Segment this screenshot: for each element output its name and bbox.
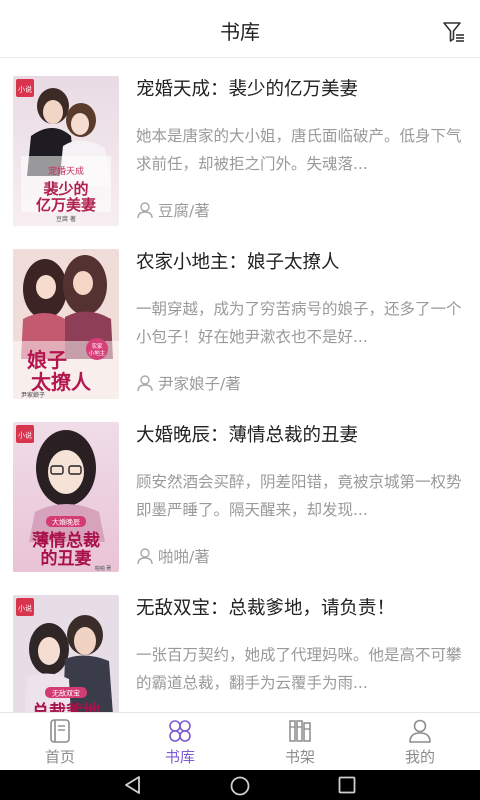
book-title[interactable]: 大婚晚辰：薄情总裁的丑妻 <box>136 421 358 447</box>
recents-icon[interactable] <box>337 775 357 795</box>
book-author: 啪啪/著 <box>136 545 210 567</box>
filter-icon <box>443 22 464 42</box>
svg-text:薄情总裁: 薄情总裁 <box>32 530 100 551</box>
person-icon <box>137 548 153 565</box>
person-icon <box>137 202 153 219</box>
author-suffix: /著 <box>189 548 210 566</box>
svg-text:的丑妻: 的丑妻 <box>41 548 92 569</box>
book-item[interactable]: 无敌双宝 总裁爹地 小说 无敌双宝：总裁爹地，请负责！ 一张百万契约，她成了代理… <box>0 578 480 712</box>
system-nav-bar <box>0 770 480 800</box>
home-book-icon <box>50 719 70 743</box>
book-title[interactable]: 农家小地主：娘子太撩人 <box>136 248 340 274</box>
cover-author: 啪啪 著 <box>95 565 112 572</box>
tab-bookshelf[interactable]: 书架 <box>240 713 360 770</box>
cover-badge: 大婚晚辰 <box>52 518 80 527</box>
person-icon <box>137 375 153 392</box>
svg-text:小地主: 小地主 <box>89 349 106 357</box>
book-author: 豆腐/著 <box>136 199 210 221</box>
home-icon[interactable] <box>229 775 251 797</box>
tab-library[interactable]: 书库 <box>120 713 240 770</box>
tab-label: 书架 <box>284 748 315 766</box>
app-header: 书库 <box>0 0 480 58</box>
book-cover[interactable]: 大婚晚辰 薄情总裁 的丑妻 啪啪 著 小说 <box>13 422 119 572</box>
book-description: 一朝穿越，成为了穷苦病号的娘子，还多了一个小包子！好在她尹漱衣也不是好... <box>136 300 462 346</box>
book-item[interactable]: 大婚晚辰 薄情总裁 的丑妻 啪啪 著 小说 大婚晚辰：薄情总裁的丑妻 顾安然酒会… <box>0 405 480 578</box>
book-author: 尹家娘子/著 <box>136 372 241 394</box>
cover-author: 豆腐 著 <box>56 215 76 223</box>
book-title[interactable]: 宠婚天成：裴少的亿万美妻 <box>136 75 358 101</box>
tab-label: 我的 <box>404 748 435 766</box>
svg-text:农家: 农家 <box>91 342 103 350</box>
back-icon[interactable] <box>122 775 144 795</box>
svg-text:太撩人: 太撩人 <box>31 370 92 394</box>
author-suffix: /著 <box>189 202 210 220</box>
book-cover[interactable]: 宠婚天成 裴少的 亿万美妻 豆腐 著 小说 <box>13 76 119 226</box>
cover-author: 尹家娘子 <box>21 391 45 399</box>
cover-title: 总裁爹地 <box>32 701 100 712</box>
tab-label: 书库 <box>164 748 195 766</box>
author-suffix: /著 <box>220 375 241 393</box>
book-description: 她本是唐家的大小姐，唐氏面临破产。低身下气求前任，却被拒之门外。失魂落... <box>136 127 462 173</box>
cover-badge: 无敌双宝 <box>52 689 80 698</box>
filter-button[interactable] <box>442 20 466 44</box>
tab-label: 首页 <box>44 748 75 766</box>
svg-text:娘子: 娘子 <box>27 348 67 372</box>
book-description: 一张百万契约，她成了代理妈咪。他是高不可攀的霸道总裁，翻手为云覆手为雨... <box>136 646 462 692</box>
book-cover[interactable]: 娘子 太撩人 农家 小地主 尹家娘子 <box>13 249 119 399</box>
author-name: 啪啪 <box>158 548 190 566</box>
book-item[interactable]: 娘子 太撩人 农家 小地主 尹家娘子 农家小地主：娘子太撩人 一朝穿越，成为了穷… <box>0 232 480 405</box>
tab-profile[interactable]: 我的 <box>360 713 480 770</box>
library-icon <box>169 720 191 742</box>
book-cover[interactable]: 无敌双宝 总裁爹地 小说 <box>13 595 119 712</box>
author-name: 尹家娘子 <box>158 375 221 393</box>
cover-badge: 宠婚天成 <box>48 165 84 177</box>
profile-icon <box>409 719 431 743</box>
book-item[interactable]: 宠婚天成 裴少的 亿万美妻 豆腐 著 小说 宠婚天成：裴少的亿万美妻 她本是唐家… <box>0 59 480 232</box>
book-title[interactable]: 无敌双宝：总裁爹地，请负责！ <box>136 594 395 620</box>
tab-home[interactable]: 首页 <box>0 713 120 770</box>
page-title: 书库 <box>220 20 260 44</box>
cover-logo: 小说 <box>18 604 32 613</box>
author-name: 豆腐 <box>158 202 190 220</box>
cover-logo: 小说 <box>18 85 32 94</box>
bottom-tab-bar: 首页 书库 书架 我的 <box>0 712 480 770</box>
bookshelf-icon <box>289 720 311 742</box>
cover-logo: 小说 <box>18 431 32 440</box>
svg-text:亿万美妻: 亿万美妻 <box>36 196 96 214</box>
book-list[interactable]: 宠婚天成 裴少的 亿万美妻 豆腐 著 小说 宠婚天成：裴少的亿万美妻 她本是唐家… <box>0 59 480 712</box>
book-description: 顾安然酒会买醉，阴差阳错，竟被京城第一权势即墨严睡了。隔天醒来，却发现... <box>136 473 462 519</box>
